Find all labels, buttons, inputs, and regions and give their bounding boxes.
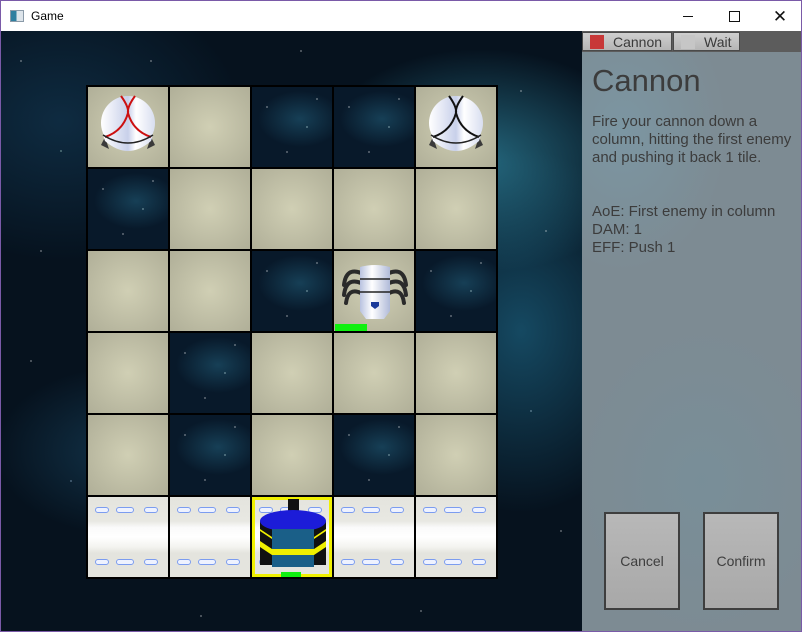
close-icon: ✕ <box>772 6 788 26</box>
board-tile-space[interactable] <box>170 333 250 413</box>
spider-enemy[interactable] <box>340 263 410 321</box>
base-light-icon <box>95 507 109 513</box>
base-light-icon <box>116 507 134 513</box>
maximize-icon <box>728 10 740 22</box>
base-light-icon <box>341 507 355 513</box>
game-board <box>86 85 498 579</box>
base-light-icon <box>423 559 437 565</box>
base-light-icon <box>472 507 486 513</box>
dome-enemy-icon <box>429 95 483 151</box>
ability-stats: AoE: First enemy in column DAM: 1 EFF: P… <box>592 203 775 257</box>
health-bar <box>281 572 301 577</box>
ability-aoe: AoE: First enemy in column <box>592 203 776 220</box>
board-tile-tan[interactable] <box>334 169 414 249</box>
base-light-icon <box>362 559 380 565</box>
base-light-icon <box>444 559 462 565</box>
ability-panel: Cannon Wait Cannon Fire your cannon down… <box>582 31 801 631</box>
board-tile-tan[interactable] <box>416 415 496 495</box>
player-cannon[interactable] <box>256 499 330 575</box>
board-tile-space[interactable] <box>170 415 250 495</box>
app-icon <box>10 10 24 22</box>
board-tile-base[interactable] <box>416 497 496 577</box>
base-light-icon <box>362 507 380 513</box>
cancel-button[interactable]: Cancel <box>604 512 680 610</box>
board-tile-base[interactable] <box>252 497 332 577</box>
board-tile-tan[interactable] <box>416 333 496 413</box>
board-tile-tan[interactable] <box>88 333 168 413</box>
base-light-icon <box>390 507 404 513</box>
cannon-swatch-icon <box>590 34 604 49</box>
board-tile-tan[interactable] <box>252 333 332 413</box>
base-light-icon <box>198 507 216 513</box>
board-tile-tan[interactable] <box>252 169 332 249</box>
board-tile-tan[interactable] <box>170 87 250 167</box>
base-light-icon <box>390 559 404 565</box>
board-tile-tan[interactable] <box>334 251 414 331</box>
ability-effect: EFF: Push 1 <box>592 239 676 256</box>
board-tile-base[interactable] <box>334 497 414 577</box>
board-tile-space[interactable] <box>88 169 168 249</box>
board-tile-space[interactable] <box>252 251 332 331</box>
spider-enemy-icon <box>342 265 408 319</box>
board-tile-space[interactable] <box>252 87 332 167</box>
title-bar[interactable]: Game ✕ <box>1 1 801 31</box>
base-light-icon <box>472 559 486 565</box>
board-tile-tan[interactable] <box>416 87 496 167</box>
maximize-button[interactable] <box>711 1 757 31</box>
board-tile-tan[interactable] <box>334 333 414 413</box>
board-tile-tan[interactable] <box>170 169 250 249</box>
tab-wait-label: Wait <box>704 33 732 50</box>
base-light-icon <box>423 507 437 513</box>
board-tile-base[interactable] <box>170 497 250 577</box>
base-light-icon <box>177 507 191 513</box>
base-light-icon <box>95 559 109 565</box>
board-tile-tan[interactable] <box>416 169 496 249</box>
dome-enemy[interactable] <box>95 93 161 159</box>
base-light-icon <box>116 559 134 565</box>
board-tile-tan[interactable] <box>88 87 168 167</box>
tab-cannon[interactable]: Cannon <box>582 32 672 51</box>
board-tile-space[interactable] <box>334 87 414 167</box>
ability-description: Fire your cannon down a column, hitting … <box>592 113 792 166</box>
base-light-icon <box>341 559 355 565</box>
base-light-icon <box>144 507 158 513</box>
close-button[interactable]: ✕ <box>757 1 802 31</box>
base-light-icon <box>226 507 240 513</box>
wait-swatch-icon <box>681 34 695 49</box>
confirm-button[interactable]: Confirm <box>703 512 779 610</box>
minimize-icon <box>683 15 693 17</box>
board-tile-tan[interactable] <box>88 415 168 495</box>
ability-tabbar: Cannon Wait <box>582 31 801 52</box>
base-light-icon <box>198 559 216 565</box>
window-title: Game <box>31 9 64 23</box>
game-window: Game ✕ Cannon Wait Cannon Fire your cann… <box>0 0 802 632</box>
ability-damage: DAM: 1 <box>592 221 643 238</box>
dome-enemy[interactable] <box>423 93 489 159</box>
base-light-icon <box>144 559 158 565</box>
board-tile-space[interactable] <box>334 415 414 495</box>
tab-cannon-label: Cannon <box>613 33 663 50</box>
board-tile-tan[interactable] <box>252 415 332 495</box>
dome-enemy-icon <box>101 95 155 151</box>
board-tile-tan[interactable] <box>88 251 168 331</box>
board-tile-tan[interactable] <box>170 251 250 331</box>
game-viewport: Cannon Wait Cannon Fire your cannon down… <box>1 31 801 631</box>
minimize-button[interactable] <box>665 1 711 31</box>
board-tile-space[interactable] <box>416 251 496 331</box>
ability-title: Cannon <box>592 63 701 98</box>
health-bar <box>335 324 367 331</box>
tab-wait[interactable]: Wait <box>673 32 740 51</box>
player-cannon-icon <box>260 499 326 567</box>
base-light-icon <box>177 559 191 565</box>
base-light-icon <box>444 507 462 513</box>
board-tile-base[interactable] <box>88 497 168 577</box>
base-light-icon <box>226 559 240 565</box>
